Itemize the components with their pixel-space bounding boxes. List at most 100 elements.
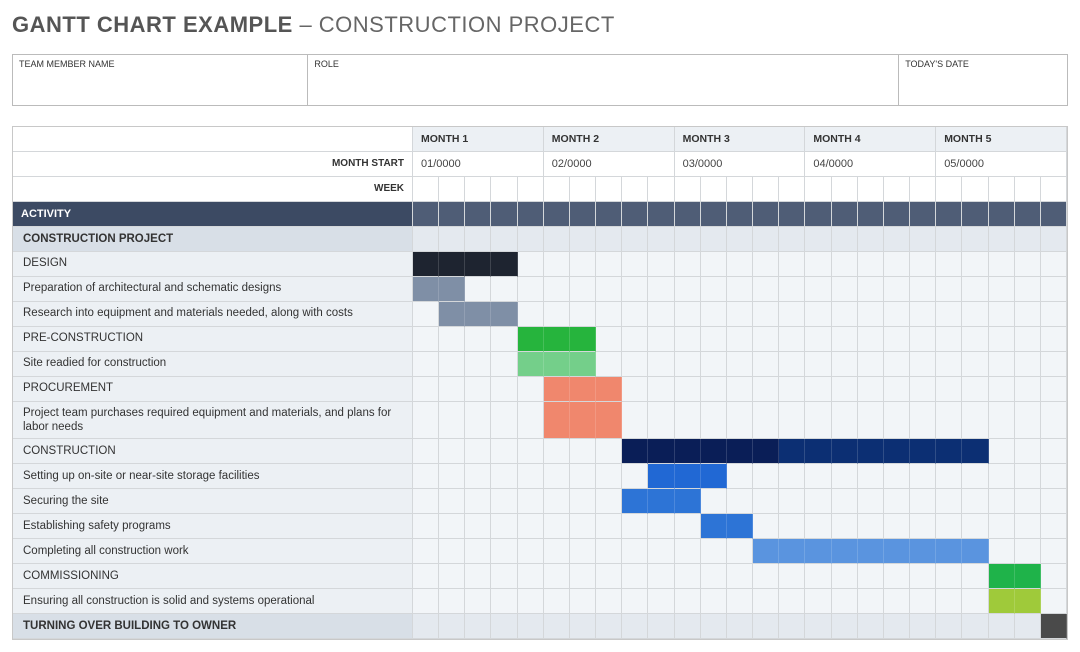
gantt-bar-7-8 xyxy=(596,402,622,440)
gantt-cell-14-2 xyxy=(439,589,465,614)
gantt-cell-15-18 xyxy=(858,614,884,639)
gantt-cell-15-8 xyxy=(596,614,622,639)
gantt-bar-6-6 xyxy=(544,377,570,402)
gantt-cell-10-16 xyxy=(805,489,831,514)
gantt-cell-9-8 xyxy=(596,464,622,489)
gantt-bar-8-9 xyxy=(622,439,648,464)
gantt-cell-6-9 xyxy=(622,377,648,402)
gantt-cell-15-4 xyxy=(491,614,517,639)
month-start-3: 03/0000 xyxy=(675,152,806,177)
gantt-cell-10-20 xyxy=(910,489,936,514)
gantt-cell-0-1 xyxy=(413,227,439,252)
gantt-cell-10-15 xyxy=(779,489,805,514)
gantt-cell-4-23 xyxy=(989,327,1015,352)
gantt-cell-5-22 xyxy=(962,352,988,377)
gantt-cell-13-19 xyxy=(884,564,910,589)
gantt-cell-14-17 xyxy=(832,589,858,614)
activity-header-cell-7 xyxy=(570,202,596,227)
gantt-cell-5-10 xyxy=(648,352,674,377)
gantt-bar-10-9 xyxy=(622,489,648,514)
gantt-cell-2-22 xyxy=(962,277,988,302)
gantt-bar-13-23 xyxy=(989,564,1015,589)
gantt-cell-11-6 xyxy=(544,514,570,539)
gantt-cell-7-2 xyxy=(439,402,465,440)
gantt-cell-7-20 xyxy=(910,402,936,440)
gantt-cell-0-24 xyxy=(1015,227,1041,252)
gantt-cell-15-19 xyxy=(884,614,910,639)
gantt-cell-0-22 xyxy=(962,227,988,252)
gantt-bar-8-12 xyxy=(701,439,727,464)
gantt-cell-1-15 xyxy=(779,252,805,277)
gantt-cell-5-12 xyxy=(701,352,727,377)
gantt-cell-13-22 xyxy=(962,564,988,589)
gantt-cell-1-10 xyxy=(648,252,674,277)
gantt-cell-3-12 xyxy=(701,302,727,327)
meta-today-input[interactable] xyxy=(899,73,1068,105)
gantt-cell-0-16 xyxy=(805,227,831,252)
meta-team-member-label: TEAM MEMBER NAME xyxy=(13,55,308,74)
gantt-cell-7-14 xyxy=(753,402,779,440)
gantt-cell-5-21 xyxy=(936,352,962,377)
gantt-cell-12-25 xyxy=(1041,539,1067,564)
gantt-cell-10-24 xyxy=(1015,489,1041,514)
gantt-cell-12-10 xyxy=(648,539,674,564)
gantt-cell-5-18 xyxy=(858,352,884,377)
gantt-cell-10-18 xyxy=(858,489,884,514)
gantt-cell-2-11 xyxy=(675,277,701,302)
meta-role-input[interactable] xyxy=(308,73,899,105)
gantt-cell-14-12 xyxy=(701,589,727,614)
gantt-bar-4-5 xyxy=(518,327,544,352)
gantt-cell-13-14 xyxy=(753,564,779,589)
gantt-cell-0-17 xyxy=(832,227,858,252)
gantt-cell-0-20 xyxy=(910,227,936,252)
month-header-4: MONTH 4 xyxy=(805,127,936,152)
gantt-cell-14-13 xyxy=(727,589,753,614)
gantt-bar-7-7 xyxy=(570,402,596,440)
gantt-cell-11-19 xyxy=(884,514,910,539)
gantt-cell-8-7 xyxy=(570,439,596,464)
gantt-cell-9-4 xyxy=(491,464,517,489)
gantt-cell-12-8 xyxy=(596,539,622,564)
gantt-cell-1-5 xyxy=(518,252,544,277)
week-cell-13 xyxy=(727,177,753,202)
gantt-cell-1-8 xyxy=(596,252,622,277)
gantt-cell-14-14 xyxy=(753,589,779,614)
week-cell-6 xyxy=(544,177,570,202)
gantt-cell-13-7 xyxy=(570,564,596,589)
gantt-cell-14-7 xyxy=(570,589,596,614)
gantt-bar-5-5 xyxy=(518,352,544,377)
meta-team-member-input[interactable] xyxy=(13,73,308,105)
activity-header-cell-12 xyxy=(701,202,727,227)
gantt-cell-15-12 xyxy=(701,614,727,639)
gantt-cell-11-23 xyxy=(989,514,1015,539)
gantt-bar-8-18 xyxy=(858,439,884,464)
week-cell-19 xyxy=(884,177,910,202)
gantt-cell-10-2 xyxy=(439,489,465,514)
gantt-cell-13-12 xyxy=(701,564,727,589)
gantt-bar-10-11 xyxy=(675,489,701,514)
gantt-cell-2-18 xyxy=(858,277,884,302)
gantt-cell-12-23 xyxy=(989,539,1015,564)
gantt-cell-9-24 xyxy=(1015,464,1041,489)
gantt-cell-7-19 xyxy=(884,402,910,440)
gantt-cell-12-11 xyxy=(675,539,701,564)
row-label-10: Securing the site xyxy=(13,489,413,514)
row-label-5: Site readied for construction xyxy=(13,352,413,377)
gantt-cell-14-3 xyxy=(465,589,491,614)
gantt-bar-4-6 xyxy=(544,327,570,352)
gantt-cell-13-8 xyxy=(596,564,622,589)
gantt-cell-3-25 xyxy=(1041,302,1067,327)
gantt-cell-10-23 xyxy=(989,489,1015,514)
gantt-cell-13-16 xyxy=(805,564,831,589)
gantt-cell-15-15 xyxy=(779,614,805,639)
gantt-bar-6-7 xyxy=(570,377,596,402)
gantt-bar-2-1 xyxy=(413,277,439,302)
gantt-cell-13-4 xyxy=(491,564,517,589)
gantt-cell-10-25 xyxy=(1041,489,1067,514)
gantt-cell-4-21 xyxy=(936,327,962,352)
row-label-1: DESIGN xyxy=(13,252,413,277)
gantt-cell-8-5 xyxy=(518,439,544,464)
gantt-chart: MONTH 1MONTH 2MONTH 3MONTH 4MONTH 5MONTH… xyxy=(12,126,1068,641)
gantt-cell-5-16 xyxy=(805,352,831,377)
gantt-cell-3-23 xyxy=(989,302,1015,327)
